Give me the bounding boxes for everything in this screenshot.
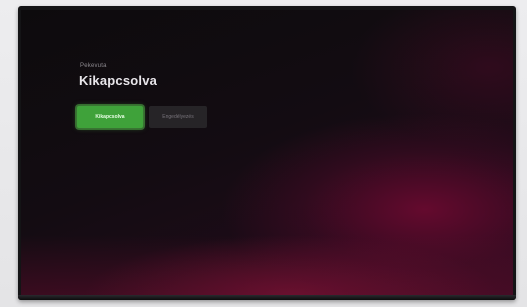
tv-frame: Pekevuta Kikapcsolva Kikapcsolva Engedél… bbox=[18, 6, 516, 300]
off-button[interactable]: Kikapcsolva bbox=[77, 106, 143, 128]
tv-bezel-bottom bbox=[18, 295, 516, 300]
tv-screen: Pekevuta Kikapcsolva Kikapcsolva Engedél… bbox=[21, 10, 513, 295]
page-title: Kikapcsolva bbox=[79, 73, 158, 88]
enable-button[interactable]: Engedélyezés bbox=[149, 106, 207, 128]
option-button-row: Kikapcsolva Engedélyezés bbox=[77, 106, 207, 128]
breadcrumb: Pekevuta bbox=[80, 63, 107, 69]
